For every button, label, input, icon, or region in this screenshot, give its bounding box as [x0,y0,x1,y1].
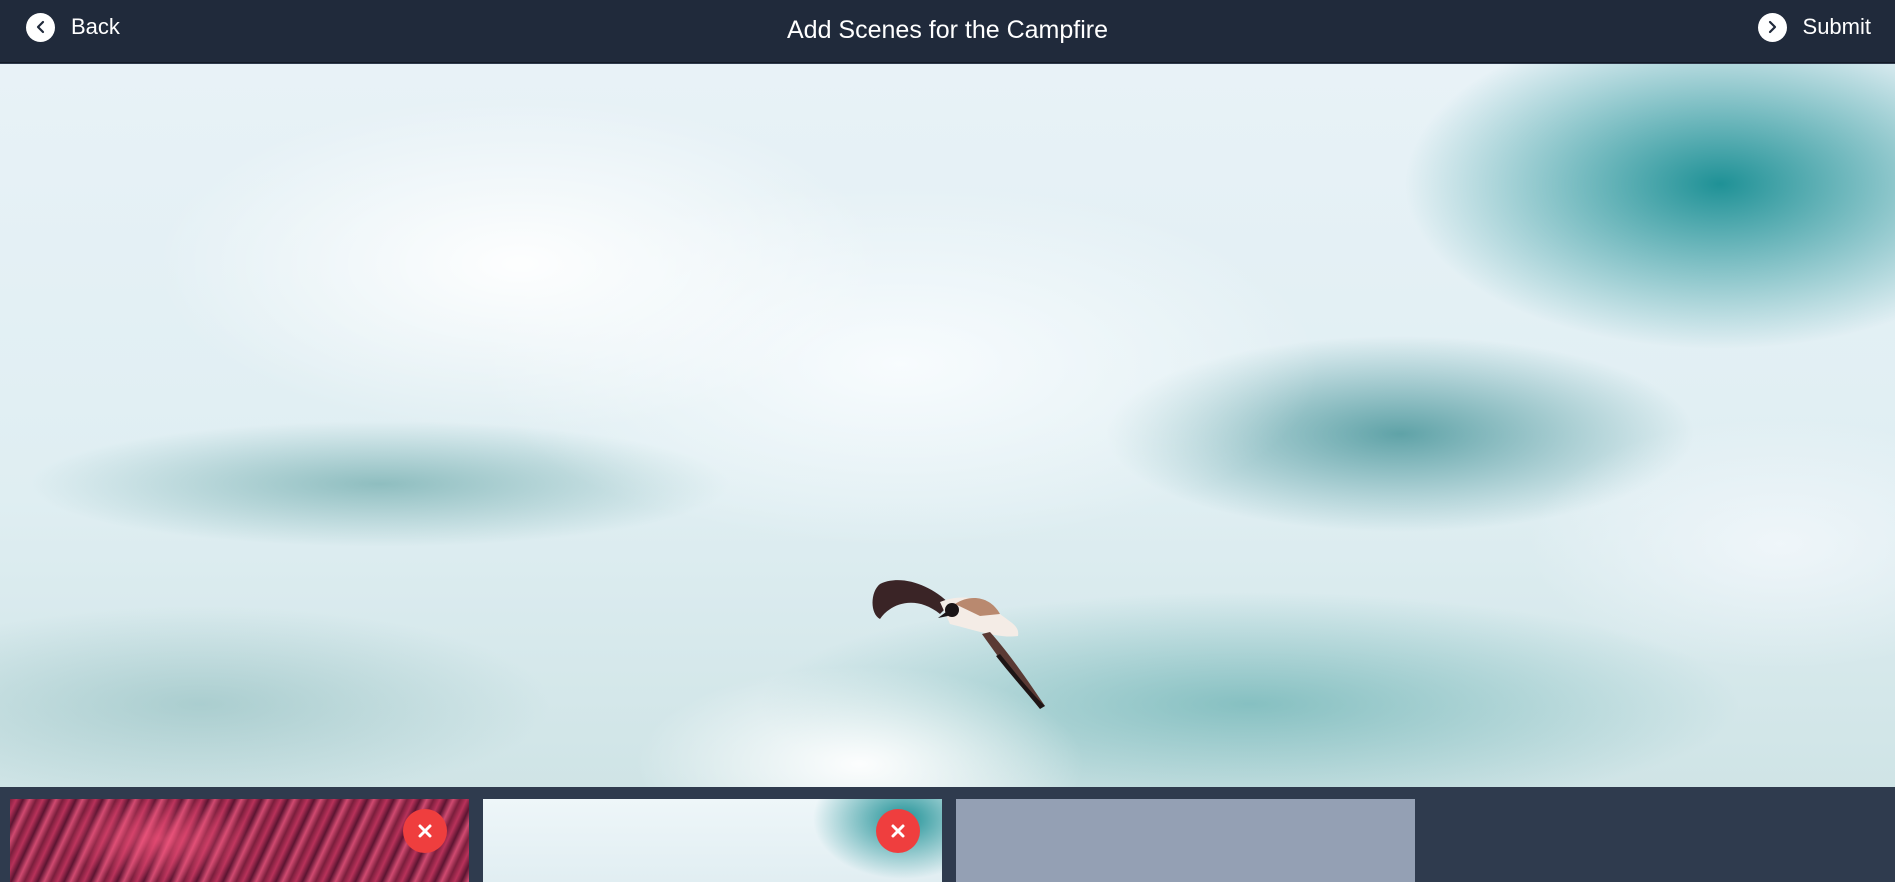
close-icon [418,824,432,838]
chevron-right-icon [1757,12,1787,42]
remove-scene-button[interactable] [876,809,920,853]
add-scene-slot[interactable] [956,799,1415,882]
submit-label: Submit [1802,14,1871,39]
top-bar: Back Add Scenes for the Campfire Submit [0,0,1895,63]
seagull-photo-icon [872,580,1045,709]
scene-thumbnail-strip [0,787,1895,882]
page-title: Add Scenes for the Campfire [787,16,1108,44]
scene-preview [0,64,1895,787]
close-icon [891,824,905,838]
submit-button[interactable]: Submit [1757,0,1871,54]
scene-thumbnail[interactable] [10,799,469,882]
scene-thumbnail[interactable] [483,799,942,882]
remove-scene-button[interactable] [403,809,447,853]
